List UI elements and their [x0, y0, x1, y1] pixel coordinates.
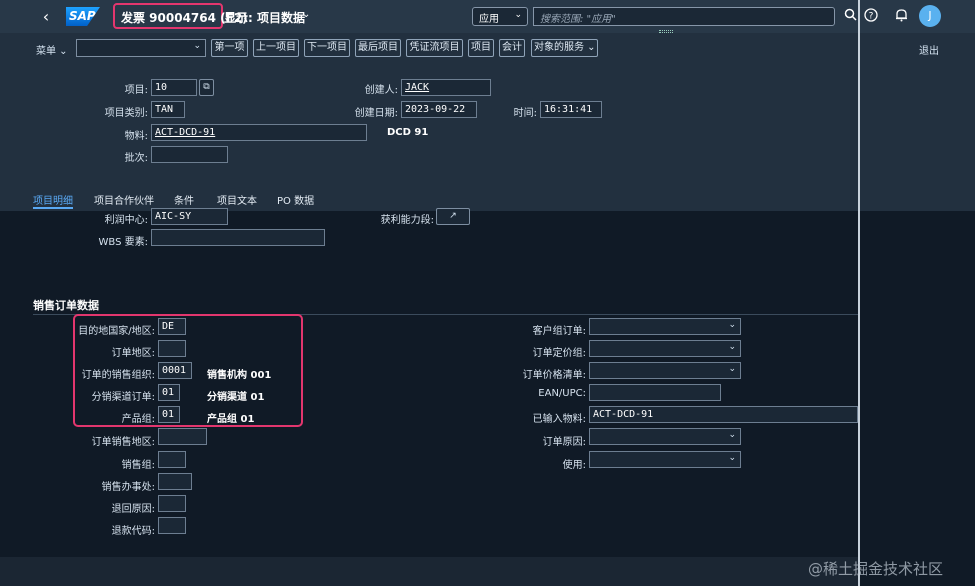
object-header [0, 33, 975, 213]
item-button[interactable]: 项目 [468, 39, 494, 57]
active-tab-indicator [33, 207, 73, 209]
sales-office-field[interactable] [158, 473, 192, 490]
return-reason-field[interactable] [158, 495, 186, 512]
first-item-button[interactable]: 第一项 [211, 39, 248, 57]
sales-group-label: 销售组: [121, 460, 155, 471]
batch-field[interactable] [151, 146, 228, 163]
bell-icon[interactable] [893, 8, 909, 24]
chevron-down-icon[interactable]: ⌄ [302, 9, 310, 20]
pricing-group-select[interactable]: ⌄ [589, 340, 741, 357]
price-list-select[interactable]: ⌄ [589, 362, 741, 379]
material-label: 物料: [124, 131, 148, 142]
profit-center-field[interactable]: AIC-SY [151, 208, 228, 225]
item-category-label: 项目类别: [104, 108, 148, 119]
refund-code-field[interactable] [158, 517, 186, 534]
last-item-button[interactable]: 最后项目 [355, 39, 401, 57]
chevron-down-icon: ⌄ [514, 10, 522, 20]
customer-group-label: 客户组订单: [532, 326, 586, 337]
external-link-icon[interactable]: ↗ [436, 208, 470, 225]
help-icon[interactable]: ? [863, 8, 879, 24]
chevron-down-icon: ⌄ [193, 41, 201, 51]
time-field[interactable]: 16:31:41 [540, 101, 602, 118]
section-title: 销售订单数据 [33, 299, 99, 312]
tab-item-partners[interactable]: 项目合作伙伴 [94, 192, 154, 207]
accounting-button[interactable]: 会计 [499, 39, 525, 57]
side-panel-lower [860, 211, 975, 557]
copy-icon[interactable]: ⧉ [199, 79, 214, 96]
search-input[interactable]: 搜索范围: "应用" [533, 7, 835, 26]
usage-select[interactable]: ⌄ [589, 451, 741, 468]
wbs-field[interactable] [151, 229, 325, 246]
sales-district-label: 订单销售地区: [91, 437, 155, 448]
material-field[interactable]: ACT-DCD-91 [151, 124, 367, 141]
ean-upc-field[interactable] [589, 384, 721, 401]
customer-group-select[interactable]: ⌄ [589, 318, 741, 335]
item-label: 项目: [124, 85, 148, 96]
tab-item-detail[interactable]: 项目明细 [33, 192, 73, 207]
sap-logo[interactable]: SAP [66, 7, 100, 26]
chevron-down-icon: ⌄ [728, 320, 736, 330]
avatar[interactable]: J [919, 5, 941, 27]
search-scope-value: 应用 [479, 14, 499, 25]
panel-divider[interactable] [858, 0, 860, 586]
refund-code-label: 退款代码: [111, 526, 155, 537]
side-panel-upper [860, 33, 975, 213]
chevron-down-icon: ⌄ [728, 453, 736, 463]
price-list-label: 订单价格清单: [522, 370, 586, 381]
created-on-field[interactable]: 2023-09-22 [401, 101, 477, 118]
chevron-down-icon: ⌄ [728, 342, 736, 352]
search-scope-select[interactable]: 应用 ⌄ [472, 7, 528, 26]
material-entered-field[interactable]: ACT-DCD-91 [589, 406, 858, 423]
created-by-label: 创建人: [364, 85, 398, 96]
highlight-box [73, 314, 303, 427]
sales-office-label: 销售办事处: [101, 482, 155, 493]
order-reason-select[interactable]: ⌄ [589, 428, 741, 445]
material-entered-label: 已输入物料: [532, 414, 586, 425]
toolbar-combo[interactable]: ⌄ [76, 39, 206, 57]
footer-bar [0, 557, 858, 586]
batch-label: 批次: [124, 153, 148, 164]
back-icon[interactable]: ‹ [36, 8, 56, 26]
return-reason-label: 退回原因: [111, 504, 155, 515]
profitability-segment-label: 获利能力段: [380, 215, 434, 226]
tab-conditions[interactable]: 条件 [174, 192, 194, 207]
object-services-label: 对象的服务 [534, 42, 584, 53]
created-on-label: 创建日期: [354, 108, 398, 119]
app-subtitle[interactable]: 显示: 项目数据 [224, 9, 305, 26]
menu-button[interactable]: 菜单 ⌄ [36, 42, 68, 57]
object-services-button[interactable]: 对象的服务 ⌄ [531, 39, 598, 57]
profit-center-label: 利润中心: [104, 215, 148, 226]
pricing-group-label: 订单定价组: [532, 348, 586, 359]
watermark: @稀土掘金技术社区 [808, 560, 944, 578]
item-category-field[interactable]: TAN [151, 101, 185, 118]
exit-button[interactable]: 退出 [919, 42, 939, 57]
usage-label: 使用: [562, 460, 586, 471]
sales-district-field[interactable] [158, 428, 207, 445]
order-reason-label: 订单原因: [542, 437, 586, 448]
previous-item-button[interactable]: 上一项目 [253, 39, 299, 57]
tab-po-data[interactable]: PO 数据 [277, 192, 314, 207]
shell-header: ‹ SAP 发票 90004764 (F2) 显示: 项目数据 ⌄ 应用 ⌄ 搜… [0, 0, 975, 33]
next-item-button[interactable]: 下一项目 [304, 39, 350, 57]
time-label: 时间: [513, 108, 537, 119]
tab-item-text[interactable]: 项目文本 [217, 192, 257, 207]
search-icon[interactable] [842, 8, 858, 24]
ean-upc-label: EAN/UPC: [538, 388, 586, 399]
chevron-down-icon: ⌄ [728, 430, 736, 440]
created-by-field[interactable]: JACK [401, 79, 491, 96]
document-flow-button[interactable]: 凭证流项目 [406, 39, 463, 57]
sales-group-field[interactable] [158, 451, 186, 468]
chevron-down-icon: ⌄ [728, 364, 736, 374]
svg-text:?: ? [869, 12, 874, 22]
item-field[interactable]: 10 [151, 79, 197, 96]
wbs-label: WBS 要素: [98, 237, 148, 248]
material-description: DCD 91 [387, 127, 429, 138]
